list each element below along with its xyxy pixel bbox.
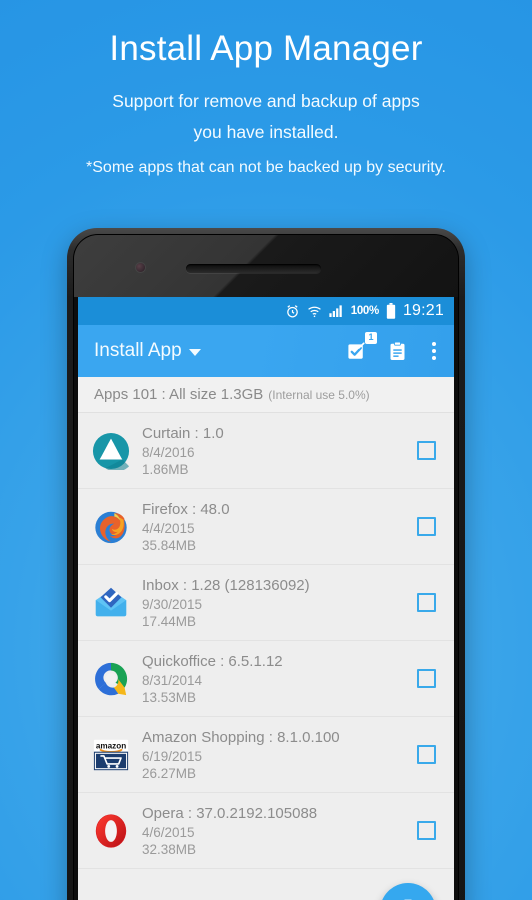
app-install-date: 6/19/2015	[142, 748, 203, 764]
table-row[interactable]: Curtain : 1.0 8/4/2016 1.86MB	[78, 413, 454, 489]
table-row[interactable]: amazon Amazon Shopping : 8.1.0.100 6/19/…	[78, 717, 454, 793]
row-text-block: Curtain : 1.0 8/4/2016 1.86MB	[142, 424, 407, 478]
alarm-clock-icon	[285, 304, 300, 319]
apps-summary-main: Apps 101 : All size 1.3GB	[94, 386, 264, 403]
kebab-dot	[432, 349, 436, 353]
wifi-icon	[307, 304, 322, 319]
status-bar-clock: 19:21	[402, 302, 444, 319]
battery-percent-label: 100%	[350, 305, 380, 317]
app-name-version: Amazon Shopping : 8.1.0.100	[142, 728, 340, 746]
row-text-block: Inbox : 1.28 (128136092) 9/30/2015 17.44…	[142, 576, 407, 630]
app-name-version: Opera : 37.0.2192.105088	[142, 804, 318, 822]
app-install-date: 4/4/2015	[142, 520, 195, 536]
apps-summary-internal-use: (Internal use 5.0%)	[268, 387, 370, 402]
app-list: Curtain : 1.0 8/4/2016 1.86MB Firefox: …	[78, 413, 454, 900]
promo-subtitle-line-2: you have installed.	[193, 122, 339, 142]
table-row[interactable]: Opera : 37.0.2192.105088 4/6/2015 32.38M…	[78, 793, 454, 869]
row-text-block: Firefox : 48.0 4/4/2015 35.84MB	[142, 500, 407, 554]
kebab-dot	[432, 356, 436, 360]
row-select-checkbox[interactable]	[417, 745, 436, 764]
app-bar-title-dropdown[interactable]: Install App	[94, 340, 201, 362]
app-size: 1.86MB	[142, 461, 189, 477]
amazon-app-icon: amazon	[92, 736, 130, 774]
row-select-checkbox[interactable]	[417, 517, 436, 536]
app-bar-title-label: Install App	[94, 340, 182, 361]
app-install-date: 8/31/2014	[142, 672, 203, 688]
curtain-app-icon	[92, 432, 130, 470]
status-bar: 100% 19:21	[78, 297, 454, 325]
table-row[interactable]: Inbox : 1.28 (128136092) 9/30/2015 17.44…	[78, 565, 454, 641]
app-size: 13.53MB	[142, 689, 197, 705]
kebab-menu-icon[interactable]	[426, 340, 442, 362]
promo-header: Install App Manager Support for remove a…	[0, 0, 532, 182]
row-text-block: Quickoffice : 6.5.1.12 8/31/2014 13.53MB	[142, 652, 407, 706]
promo-note: *Some apps that can not be backed up by …	[86, 159, 446, 176]
app-bar-actions: 1	[346, 331, 442, 363]
opera-app-icon	[92, 812, 130, 850]
battery-full-icon	[386, 303, 396, 319]
app-name-version: Quickoffice : 6.5.1.12	[142, 652, 283, 670]
app-icon	[92, 870, 130, 900]
apps-summary-bar: Apps 101 : All size 1.3GB (Internal use …	[78, 377, 454, 413]
promo-subtitle-line-1: Support for remove and backup of apps	[112, 91, 420, 111]
row-text-block: Amazon Shopping : 8.1.0.100 6/19/2015 26…	[142, 728, 407, 782]
app-install-date: 9/30/2015	[142, 596, 203, 612]
phone-top-bezel	[74, 235, 458, 297]
trash-delete-icon	[396, 897, 420, 900]
earpiece-speaker	[186, 264, 321, 273]
app-size: 17.44MB	[142, 613, 197, 629]
app-name-version: Inbox : 1.28 (128136092)	[142, 576, 310, 594]
phone-screen: 100% 19:21 Install App 1 Apps 101: All …	[78, 297, 454, 900]
kebab-dot	[432, 342, 436, 346]
app-install-date: 4/6/2015	[142, 824, 195, 840]
app-bar: Install App 1	[78, 325, 454, 377]
phone-device-frame: 100% 19:21 Install App 1 Apps 101: All …	[67, 228, 465, 900]
firefox-app-icon	[92, 508, 130, 546]
app-size: 32.38MB	[142, 841, 197, 857]
phone-bezel: 100% 19:21 Install App 1 Apps 101: All …	[73, 234, 459, 900]
app-install-date: 8/4/2016	[142, 444, 195, 460]
cell-signal-icon	[329, 304, 344, 318]
row-text-block: Opera : 37.0.2192.105088 4/6/2015 32.38M…	[142, 804, 407, 858]
select-all-badge-count: 1	[365, 331, 377, 344]
app-name-version: Curtain : 1.0	[142, 424, 224, 442]
clipboard-list-icon[interactable]	[387, 341, 408, 362]
row-select-checkbox[interactable]	[417, 821, 436, 840]
row-select-checkbox[interactable]	[417, 593, 436, 612]
page-title: Install App Manager	[109, 29, 423, 68]
inbox-app-icon	[92, 584, 130, 622]
app-name-version: Firefox : 48.0	[142, 500, 230, 518]
table-row[interactable]: Quickoffice : 6.5.1.12 8/31/2014 13.53MB	[78, 641, 454, 717]
row-select-checkbox[interactable]	[417, 441, 436, 460]
chevron-down-icon	[188, 349, 201, 356]
quickoffice-app-icon	[92, 660, 130, 698]
select-all-checkbox-icon[interactable]: 1	[346, 331, 377, 363]
app-size: 26.27MB	[142, 765, 197, 781]
table-row[interactable]: Firefox : 48.0 4/4/2015 35.84MB	[78, 489, 454, 565]
row-select-checkbox[interactable]	[417, 669, 436, 688]
front-camera-icon	[136, 263, 145, 272]
app-size: 35.84MB	[142, 537, 197, 553]
